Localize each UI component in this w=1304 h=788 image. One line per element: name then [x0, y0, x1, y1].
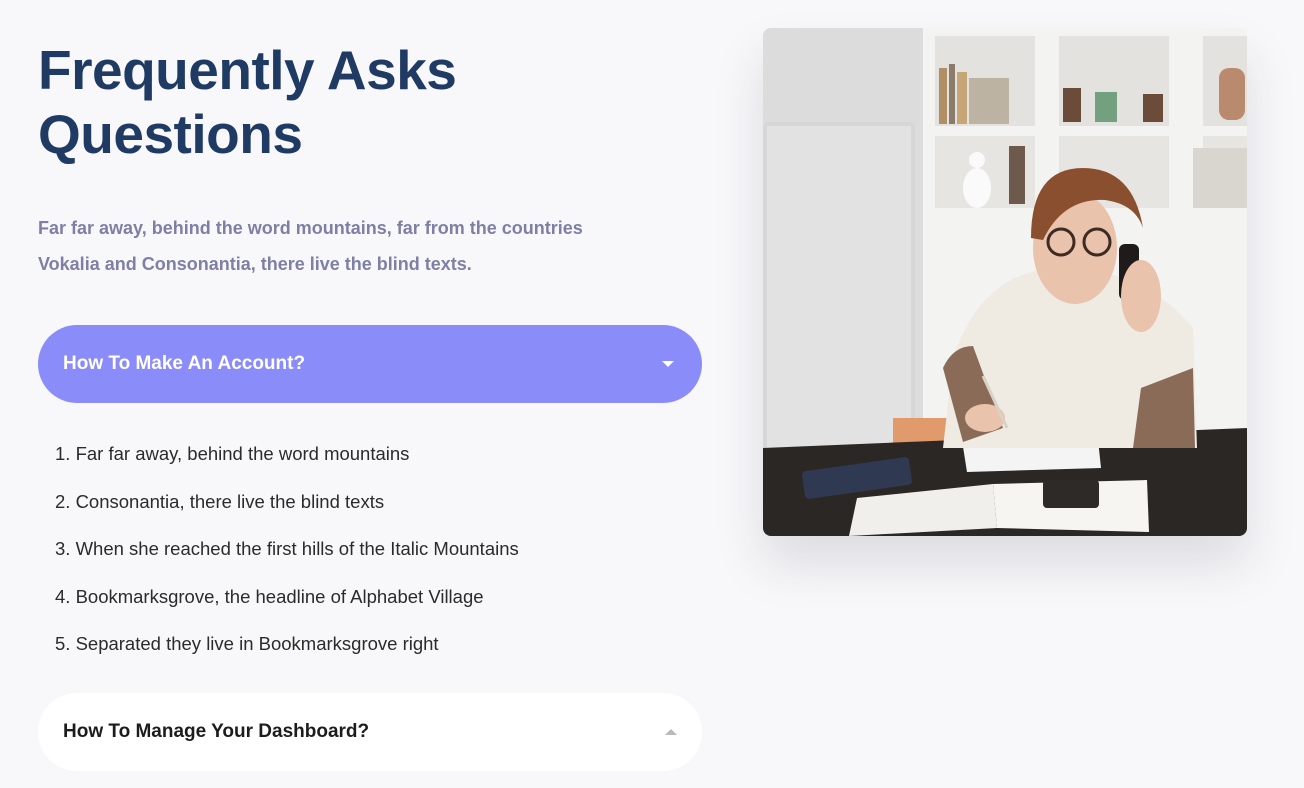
- accordion-item-manage-dashboard[interactable]: How To Manage Your Dashboard?: [38, 693, 702, 771]
- woman-on-phone-photo: [763, 28, 1247, 536]
- caret-up-icon[interactable]: [665, 729, 677, 735]
- faq-section: Frequently Asks Questions Far far away, …: [0, 0, 1304, 788]
- accordion-label: How To Make An Account?: [63, 353, 306, 374]
- list-item: 2. Consonantia, there live the blind tex…: [55, 490, 385, 512]
- accordion-item-make-account[interactable]: How To Make An Account?: [38, 325, 702, 403]
- list-item: 3. When she reached the first hills of t…: [55, 538, 519, 560]
- page-title: Frequently Asks Questions: [38, 38, 708, 166]
- intro-line-2: Vokalia and Consonantia, there live the …: [38, 254, 472, 274]
- intro-line-1: Far far away, behind the word mountains,…: [38, 218, 583, 238]
- list-item: 1. Far far away, behind the word mountai…: [55, 443, 410, 464]
- title-line-2: Questions: [38, 103, 303, 165]
- title-line-1: Frequently Asks: [38, 39, 457, 101]
- list-item: 4. Bookmarksgrove, the headline of Alpha…: [55, 585, 484, 607]
- accordion-label: How To Manage Your Dashboard?: [63, 721, 370, 742]
- answer-list: 1. Far far away, behind the word mountai…: [55, 430, 519, 668]
- photo-illustration: [763, 28, 1247, 536]
- list-item: 5. Separated they live in Bookmarksgrove…: [55, 633, 439, 655]
- intro-text: Far far away, behind the word mountains,…: [38, 210, 658, 282]
- faq-text-block: Frequently Asks Questions Far far away, …: [38, 38, 708, 282]
- caret-down-icon[interactable]: [662, 361, 674, 367]
